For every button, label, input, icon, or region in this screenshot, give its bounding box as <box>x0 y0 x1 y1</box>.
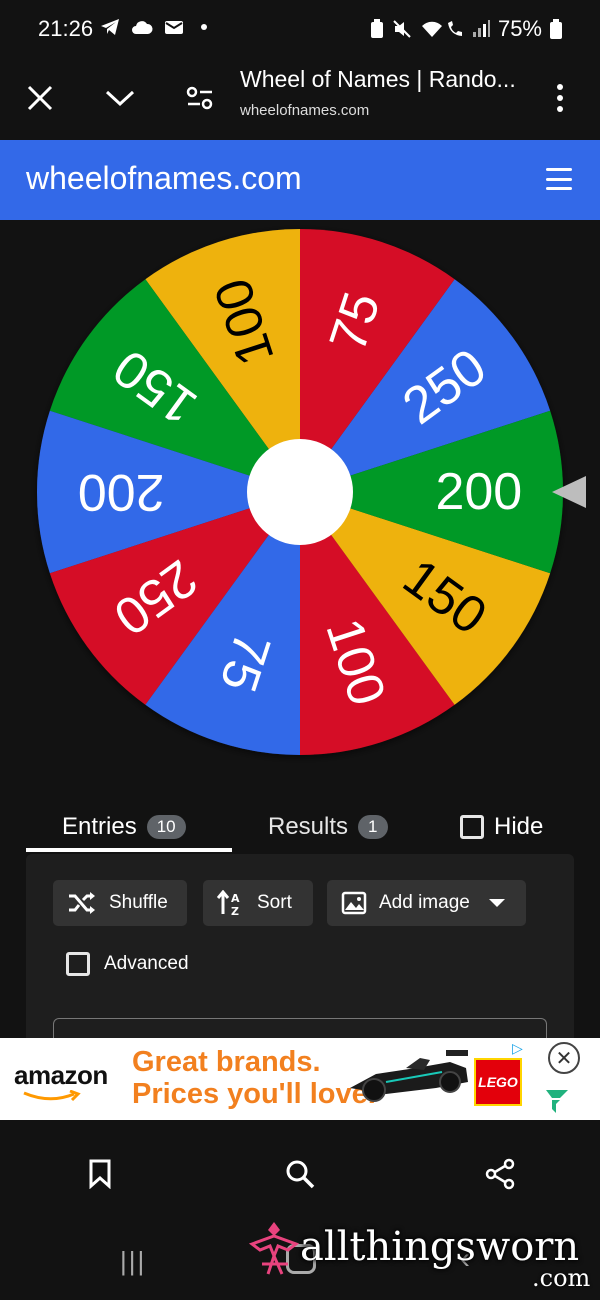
shuffle-label: Shuffle <box>109 892 168 913</box>
hide-checkbox[interactable] <box>460 815 484 839</box>
shuffle-button[interactable]: Shuffle <box>53 880 187 926</box>
shuffle-icon <box>69 892 95 914</box>
tab-results-label: Results <box>268 813 349 840</box>
browser-toolbar: Wheel of Names | Rando... wheelofnames.c… <box>0 56 600 140</box>
ad-flag-icon[interactable] <box>542 1086 572 1116</box>
hide-label: Hide <box>494 813 544 840</box>
entries-panel: Shuffle AZ Sort Add image Advanced <box>26 854 574 1058</box>
battery-saver-icon <box>370 19 383 38</box>
tab-entries-label: Entries <box>62 813 137 840</box>
amazon-logo: amazon <box>14 1060 108 1090</box>
spin-wheel[interactable]: 2507510015020025075 100150200 <box>0 220 600 780</box>
wheel-segment-label: 200 <box>78 463 165 521</box>
race-car-image <box>350 1050 468 1102</box>
ad-headline-1: Great brands. <box>132 1046 321 1078</box>
advanced-checkbox[interactable] <box>66 952 90 976</box>
cloud-icon <box>132 21 153 35</box>
telegram-icon <box>101 19 119 36</box>
tab-entries[interactable]: Entries 10 <box>62 800 186 854</box>
ad-banner[interactable]: amazon Great brands. Prices you'll love.… <box>0 1038 600 1120</box>
battery-icon <box>550 19 562 39</box>
advanced-label: Advanced <box>104 953 189 974</box>
page-title: Wheel of Names | Rando... <box>240 66 516 92</box>
sort-button[interactable]: AZ Sort <box>203 880 313 926</box>
wheel-segment-label: 200 <box>435 463 522 521</box>
status-time: 21:26 <box>38 16 94 41</box>
svg-text:A: A <box>231 892 240 905</box>
wheel-center-button <box>247 439 353 545</box>
chevron-down-icon <box>105 90 135 107</box>
share-icon <box>485 1158 515 1190</box>
recent-apps-button[interactable]: ||| <box>120 1246 146 1277</box>
site-settings-button[interactable] <box>176 74 224 122</box>
mute-icon <box>393 20 411 38</box>
sort-label: Sort <box>257 892 292 913</box>
more-menu-button[interactable] <box>540 78 580 118</box>
lego-logo: LEGO <box>474 1058 522 1106</box>
page-url[interactable]: wheelofnames.com <box>240 102 369 119</box>
active-tab-indicator <box>26 848 232 852</box>
amazon-smile-icon <box>23 1090 81 1102</box>
add-image-button[interactable]: Add image <box>327 880 526 926</box>
share-button[interactable] <box>478 1152 522 1196</box>
bottom-toolbar <box>0 1128 600 1220</box>
more-vert-icon <box>557 84 563 90</box>
battery-percent: 75% <box>497 16 542 41</box>
status-right: 75% <box>370 16 562 42</box>
bookmark-icon <box>89 1159 111 1189</box>
hide-toggle[interactable]: Hide <box>460 800 543 854</box>
tab-results[interactable]: Results 1 <box>268 800 388 854</box>
sort-icon: AZ <box>217 890 240 916</box>
ad-close-button[interactable]: ✕ <box>548 1042 580 1074</box>
search-icon <box>286 1160 315 1189</box>
dot-icon <box>201 24 208 31</box>
watermark-suffix: .com <box>532 1264 591 1292</box>
adchoices-icon[interactable]: ▷ <box>512 1040 523 1057</box>
svg-text:Z: Z <box>231 905 239 916</box>
wifi-call-icon <box>421 21 462 37</box>
hamburger-menu-icon[interactable] <box>546 168 572 190</box>
entries-tabs: Entries 10 Results 1 Hide <box>26 800 574 854</box>
close-tab-button[interactable] <box>16 74 64 122</box>
watermark-logo-icon <box>248 1222 300 1275</box>
ad-headline-2: Prices you'll love. <box>132 1078 376 1110</box>
wheel-area[interactable]: 250 75 100 150 200 250 75 100 150 200 <box>0 220 600 780</box>
dropdown-arrow-icon <box>488 899 505 907</box>
tune-icon <box>186 86 213 110</box>
advanced-toggle[interactable]: Advanced <box>66 952 189 976</box>
close-icon: ✕ <box>555 1047 573 1070</box>
signal-icon <box>472 20 490 37</box>
entries-count-badge: 10 <box>146 815 186 839</box>
results-count-badge: 1 <box>358 815 388 839</box>
site-logo-text[interactable]: wheelofnames.com <box>26 160 302 197</box>
search-button[interactable] <box>278 1152 322 1196</box>
status-bar: 21:26 75% <box>0 0 600 56</box>
add-image-label: Add image <box>379 892 470 913</box>
site-header: wheelofnames.com <box>0 140 600 220</box>
notification-icons <box>100 16 209 37</box>
close-icon <box>27 85 53 111</box>
image-icon <box>341 891 367 915</box>
mail-icon <box>165 21 184 35</box>
minimize-button[interactable] <box>96 74 144 122</box>
watermark: allthingsworn .com <box>248 1214 600 1300</box>
bookmark-button[interactable] <box>78 1152 122 1196</box>
